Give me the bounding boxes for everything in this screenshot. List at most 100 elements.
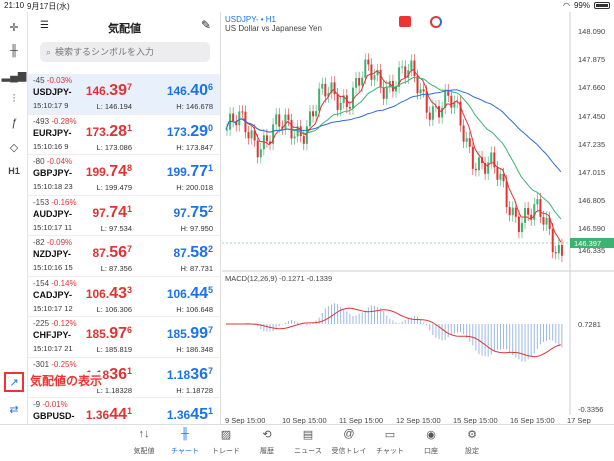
bars-icon[interactable]: ▂▄▆ [2, 66, 27, 84]
candle-body [416, 76, 419, 94]
objects-icon[interactable]: ◇ [5, 138, 23, 156]
quote-symbol: EURJPY- [33, 127, 72, 138]
candle-body [511, 207, 514, 216]
quote-row[interactable]: -45 -0.03% USDJPY- 15:10:17 9 146.397 146.40… [28, 74, 220, 115]
quote-time: 15:10:18 23 [33, 182, 73, 191]
function-icon[interactable]: ƒ [5, 114, 23, 132]
search-bar[interactable]: ⌕ [40, 42, 210, 62]
candles-icon[interactable]: ╫ [5, 42, 23, 60]
one-click-trade-icon[interactable] [399, 16, 411, 27]
macd-signal-line [226, 307, 562, 358]
quote-bid: 106.433 [85, 284, 132, 302]
candle-body [367, 59, 370, 65]
trade-direction-icon[interactable]: ⇄ [5, 400, 23, 418]
quote-bid: 1.36441 [85, 406, 132, 423]
quote-ask: 87.582 [173, 244, 214, 261]
candle-body [474, 168, 477, 171]
candle-body [422, 89, 425, 92]
trade-signal-icon[interactable] [430, 16, 442, 28]
status-date: 9月17日(水) [27, 2, 70, 11]
tab-trade[interactable]: ▨ トレード [206, 428, 246, 456]
quote-row[interactable]: -82 -0.09% NZDJPY- 15:10:16 15 87.567 87.582… [28, 236, 220, 277]
tab-news[interactable]: ▤ ニュース [288, 428, 328, 456]
time-tick-label: 15 Sep 15:00 [453, 416, 498, 424]
quote-row[interactable]: -80 -0.04% GBPJPY- 15:10:18 23 199.748 199.7… [28, 155, 220, 196]
candle-body [554, 252, 557, 254]
tab-chart[interactable]: ╫ チャート [165, 428, 205, 456]
quote-bid: 97.741 [92, 203, 133, 221]
candle-body [517, 216, 520, 233]
chart-area[interactable]: 148.090 147.875 147.660 147.450 147.235 147.0… [222, 12, 614, 424]
quote-high: H: 173.847 [176, 142, 213, 152]
candle-body [259, 149, 262, 158]
quote-row[interactable]: -493 -0.28% EURJPY- 15:10:16 9 173.281 173.2… [28, 115, 220, 155]
candle-body [536, 199, 539, 205]
candle-body [247, 132, 250, 139]
timeframe-icon[interactable]: H1 [5, 162, 23, 180]
quote-symbol: NZDJPY- [33, 249, 72, 259]
candle-body [355, 78, 358, 88]
quote-bid: 87.567 [92, 244, 133, 261]
quote-row[interactable]: -225 -0.12% CHFJPY- 15:10:17 21 185.976 185.… [28, 317, 220, 358]
candle-body [465, 138, 468, 142]
candle-body [385, 86, 388, 99]
quote-bid: 185.976 [85, 325, 132, 342]
tab-settings[interactable]: ⚙ 設定 [452, 428, 492, 456]
candle-body [278, 114, 281, 127]
candle-body [308, 111, 311, 127]
quote-symbol: CADJPY- [33, 289, 73, 300]
left-toolbar: ✛ ╫ ▂▄▆ ⫶ ƒ ◇ H1 ↗ ⇄ [0, 12, 28, 424]
tab-label: チャット [376, 448, 404, 455]
quote-ask: 173.290 [166, 122, 213, 140]
time-tick-label: 16 Sep 15:00 [510, 416, 555, 424]
search-input[interactable] [55, 47, 196, 57]
quote-row[interactable]: -154 -0.14% CADJPY- 15:10:17 12 106.433 106.… [28, 277, 220, 317]
tab-history[interactable]: ⟲ 履歴 [247, 428, 287, 456]
chat-icon: ▭ [384, 429, 396, 441]
tab-label: 口座 [424, 448, 438, 455]
candle-body [551, 229, 554, 253]
quotes-toggle-icon[interactable]: ↗ [4, 372, 24, 392]
quote-bid: 173.281 [85, 122, 132, 140]
quotes-title: 気配値 [108, 23, 141, 35]
time-tick-label: 17 Sep [567, 416, 591, 424]
candle-body [542, 216, 545, 225]
quote-change: -154 -0.14% [33, 278, 77, 288]
candle-body [241, 111, 244, 113]
candle-body [428, 112, 431, 120]
quote-symbol: GBPJPY- [33, 168, 73, 178]
quote-ask: 199.771 [166, 163, 213, 180]
tab-quotes[interactable]: ↑↓ 気配値 [124, 428, 164, 456]
time-tick-label: 11 Sep 15:00 [339, 416, 383, 424]
time-tick-label: 12 Sep 15:00 [396, 416, 441, 424]
quote-row[interactable]: -9 -0.01% GBPUSD- 1.36441 1.36451 [28, 398, 220, 424]
quote-change: -301 -0.25% [33, 359, 77, 369]
quote-bid: 146.397 [85, 82, 132, 99]
tab-account[interactable]: ◉ 口座 [411, 428, 451, 456]
edit-icon[interactable]: ✎ [201, 18, 211, 32]
quote-row[interactable]: -153 -0.16% AUDJPY- 15:10:17 11 97.741 97.75… [28, 196, 220, 236]
candle-body [438, 106, 441, 118]
tab-chat[interactable]: ▭ チャット [370, 428, 410, 456]
battery-percent: 99% [573, 1, 590, 10]
price-chart[interactable]: 148.090 147.875 147.660 147.450 147.235 147.0… [222, 12, 614, 424]
trade-icon: ▨ [220, 429, 232, 441]
quote-symbol: AUDJPY- [33, 208, 73, 219]
candle-body [302, 136, 305, 144]
candle-body [468, 138, 471, 147]
tab-mail[interactable]: @ 受信トレイ [329, 428, 369, 456]
candle-body [339, 102, 342, 110]
settings-icon: ⚙ [467, 429, 477, 441]
crosshair-icon[interactable]: ✛ [5, 18, 23, 36]
quote-time: 15:10:17 21 [33, 344, 73, 353]
quote-low: L: 97.534 [100, 223, 132, 233]
quote-change: -153 -0.16% [33, 197, 77, 207]
tab-label: 履歴 [260, 448, 274, 455]
indicators-icon[interactable]: ⫶ [5, 90, 23, 108]
mail-icon: @ [343, 428, 355, 440]
history-icon: ⟲ [262, 429, 272, 441]
candle-body [404, 66, 407, 78]
candle-body [232, 113, 235, 122]
candle-body [527, 208, 530, 215]
quote-change: -82 -0.09% [33, 238, 73, 247]
